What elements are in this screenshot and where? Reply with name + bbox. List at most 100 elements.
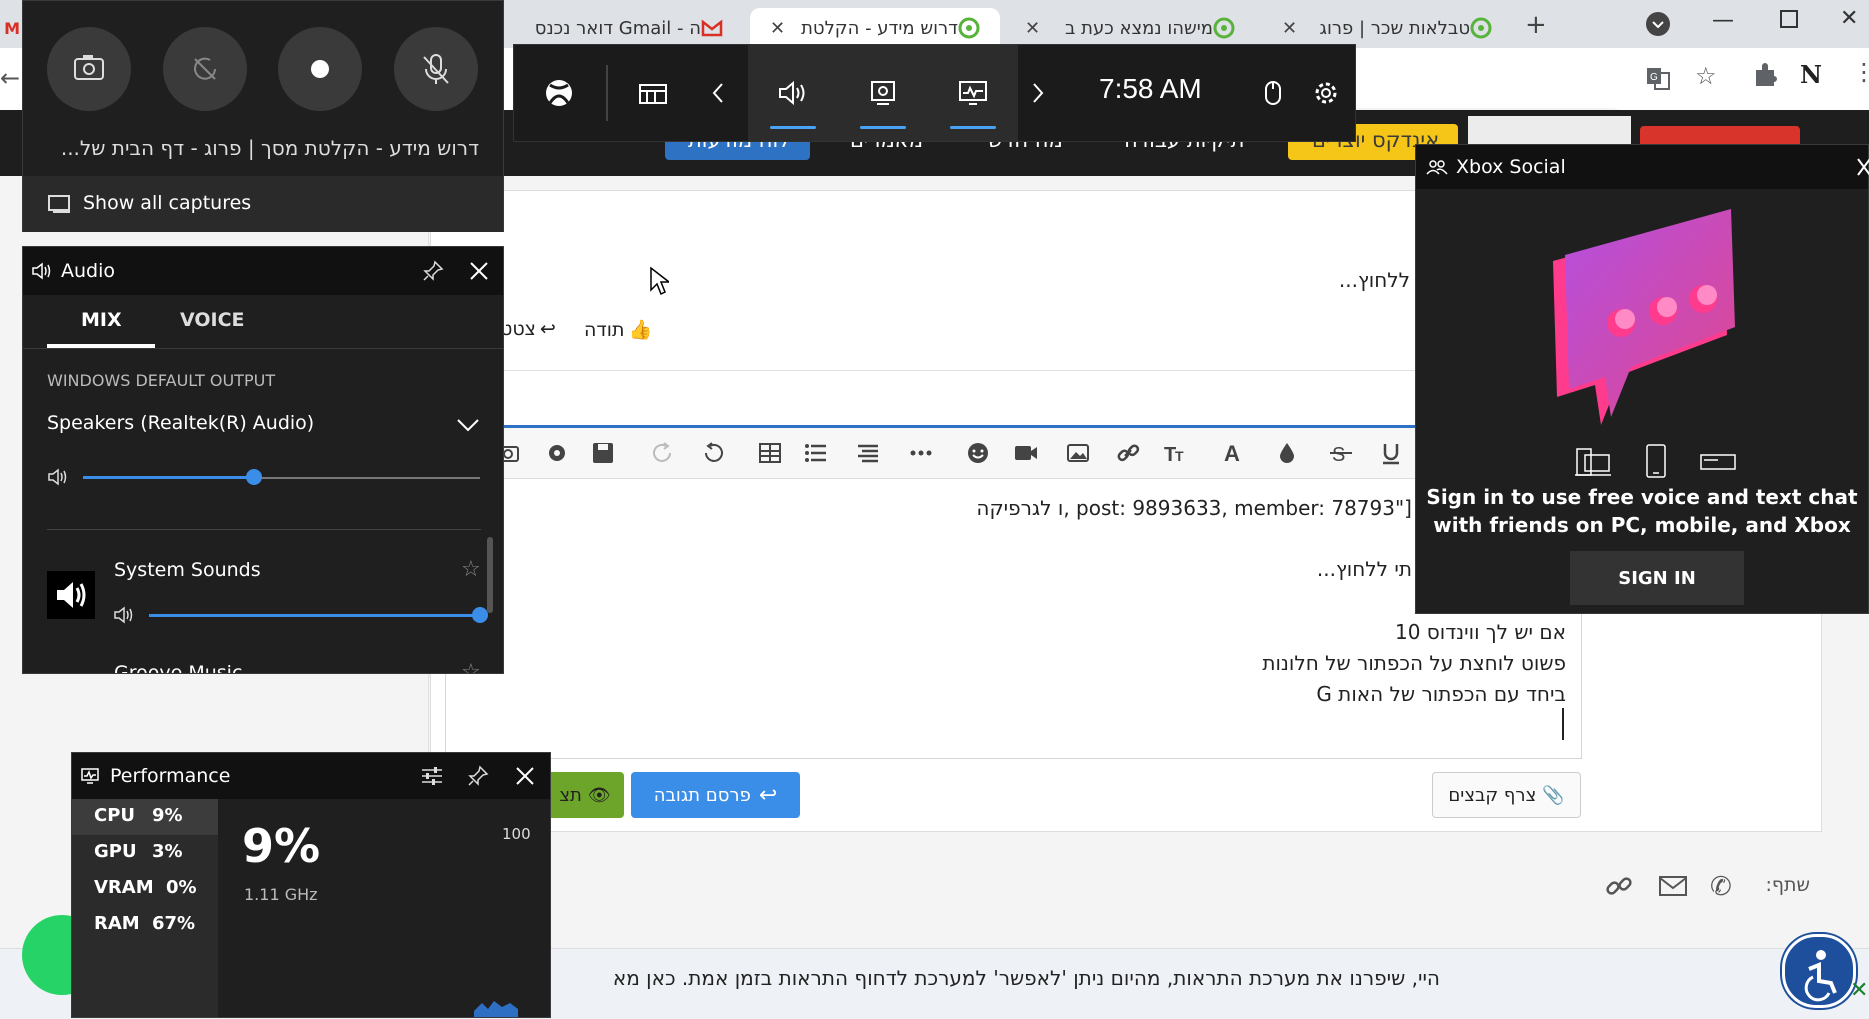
sign-in-button[interactable]: SIGN IN [1570, 551, 1744, 605]
nav-tab-light[interactable] [1468, 116, 1631, 146]
strikethrough-icon[interactable]: S [1328, 440, 1354, 466]
favorite-star-icon[interactable]: ☆ [461, 660, 481, 673]
mouse-settings-button[interactable] [1248, 45, 1298, 141]
metric-label[interactable]: CPU [94, 805, 135, 826]
close-icon[interactable] [467, 259, 491, 283]
gmail-icon [701, 17, 723, 39]
tab-search-button[interactable] [1646, 12, 1670, 36]
save-icon[interactable] [590, 440, 616, 466]
recent-capture-title[interactable]: דרוש מידע - הקלטת מסך | פרוג - דף הבית ש… [47, 136, 479, 160]
publish-reply-button[interactable]: ↩ פרסם תגובה [631, 772, 800, 818]
capture-icon [871, 81, 895, 105]
tab-gmail[interactable]: ה - Gmail דואר נכנס [505, 8, 743, 48]
close-icon[interactable] [1856, 157, 1869, 177]
pin-icon[interactable] [421, 259, 445, 283]
widget-menu-icon [639, 84, 667, 104]
tab-voice[interactable]: VOICE [180, 309, 245, 331]
mic-toggle-button[interactable] [394, 27, 478, 111]
xbox-home-button[interactable] [514, 45, 604, 141]
tab-mix[interactable]: MIX [81, 309, 122, 331]
metric-label[interactable]: RAM [94, 913, 140, 934]
eye-icon: 👁 [587, 784, 611, 806]
minimize-button[interactable]: — [1712, 8, 1734, 33]
favorite-star-icon[interactable]: ☆ [461, 557, 481, 582]
metric-label[interactable]: GPU [94, 841, 137, 862]
underline-icon[interactable] [1378, 440, 1404, 466]
app-volume-slider[interactable] [472, 607, 488, 623]
screenshot-button[interactable] [47, 27, 131, 111]
tab-close-icon[interactable]: ✕ [770, 18, 785, 39]
capture-widget-button[interactable] [838, 45, 928, 141]
text-size-icon[interactable]: TT [1163, 440, 1189, 466]
preview-button[interactable]: 👁 תצ [546, 772, 624, 818]
tab-salaries[interactable]: טבלאות שכר | פרוג ✕ [1262, 8, 1512, 48]
editor-line-3: אם יש לך ווינדוס 10 [1395, 620, 1566, 644]
output-device-select[interactable]: Speakers (Realtek(R) Audio) [47, 412, 314, 434]
chevron-down-icon[interactable] [455, 415, 481, 435]
console-icon [1700, 454, 1736, 470]
click-to-expand-text[interactable]: ללחוץ... [1250, 268, 1410, 292]
close-window-button[interactable]: ✕ [1840, 6, 1858, 31]
audio-widget-button[interactable] [748, 45, 838, 141]
publish-label: פרסם תגובה [653, 784, 751, 806]
close-icon[interactable] [513, 764, 537, 788]
widget-menu-button[interactable] [608, 45, 698, 141]
show-all-captures-button[interactable]: Show all captures [23, 176, 503, 232]
chevron-left-icon [712, 83, 723, 103]
options-sliders-icon[interactable] [420, 765, 444, 787]
settings-gear-icon[interactable] [544, 440, 570, 466]
tab-close-icon[interactable]: ✕ [1025, 18, 1040, 39]
redo-icon[interactable] [650, 440, 676, 466]
tab-online[interactable]: מישהו נמצא כעת ב ✕ [1005, 8, 1255, 48]
align-icon[interactable] [855, 440, 881, 466]
pin-icon[interactable] [466, 764, 490, 788]
metric-label[interactable]: VRAM [94, 877, 154, 898]
back-arrow-icon[interactable]: ← [0, 64, 20, 92]
cpu-big-value: 9% [242, 819, 321, 873]
gallery-icon [48, 195, 70, 213]
drop-icon[interactable] [1274, 440, 1300, 466]
master-volume-slider[interactable] [246, 469, 262, 485]
video-icon[interactable] [1013, 440, 1039, 466]
more-options-icon[interactable] [908, 440, 934, 466]
close-notification-icon[interactable]: ✕ [1850, 978, 1868, 1003]
record-last-button[interactable] [163, 27, 247, 111]
link-icon[interactable] [1115, 440, 1141, 466]
accessibility-button[interactable] [1782, 934, 1856, 1008]
restore-button[interactable] [1780, 10, 1798, 28]
settings-button[interactable] [1298, 45, 1354, 141]
attach-files-button[interactable]: 📎 צרף קבצים [1432, 772, 1581, 818]
bullet-list-icon[interactable] [803, 440, 829, 466]
undo-icon[interactable] [700, 440, 726, 466]
scroll-left-button[interactable] [698, 45, 738, 141]
output-header: WINDOWS DEFAULT OUTPUT [47, 371, 276, 390]
tab-active[interactable]: דרוש מידע - הקלטת ✕ [750, 8, 1000, 48]
scroll-right-button[interactable] [1018, 45, 1058, 141]
sign-in-message: Sign in to use free voice and text chat … [1426, 485, 1858, 537]
new-tab-button[interactable]: + [1525, 10, 1547, 40]
whatsapp-share-icon[interactable]: ✆ [1710, 872, 1732, 902]
metric-value: 0% [166, 877, 197, 898]
table-icon[interactable] [757, 440, 783, 466]
font-color-icon[interactable]: A [1222, 440, 1248, 466]
email-share-icon[interactable] [1658, 874, 1688, 898]
tab-label: דרוש מידע - הקלטת [801, 17, 958, 39]
like-button[interactable]: 👍 תודה [584, 318, 652, 342]
image-icon[interactable] [1065, 440, 1091, 466]
record-button[interactable] [278, 27, 362, 111]
editor-line-1: ["post: 9893633, member: 78793 ,ו לגרפיק… [976, 496, 1412, 520]
link-share-icon[interactable] [1604, 872, 1634, 902]
accessibility-icon [1804, 950, 1837, 1002]
extension-n-icon[interactable]: N [1800, 60, 1822, 89]
performance-widget-button[interactable] [928, 45, 1018, 141]
menu-kebab-icon[interactable]: ⋮ [1852, 58, 1869, 86]
translate-icon[interactable]: G [1645, 64, 1673, 92]
emoji-icon[interactable] [965, 440, 991, 466]
extensions-puzzle-icon[interactable] [1752, 62, 1778, 88]
clock-time: 7:58 AM [1099, 73, 1202, 104]
scrollbar[interactable] [487, 537, 493, 613]
quote-button[interactable]: ↩ צטט [500, 318, 556, 340]
bookmark-star-icon[interactable]: ☆ [1695, 62, 1717, 90]
people-icon [1426, 160, 1448, 175]
tab-close-icon[interactable]: ✕ [1282, 18, 1297, 39]
